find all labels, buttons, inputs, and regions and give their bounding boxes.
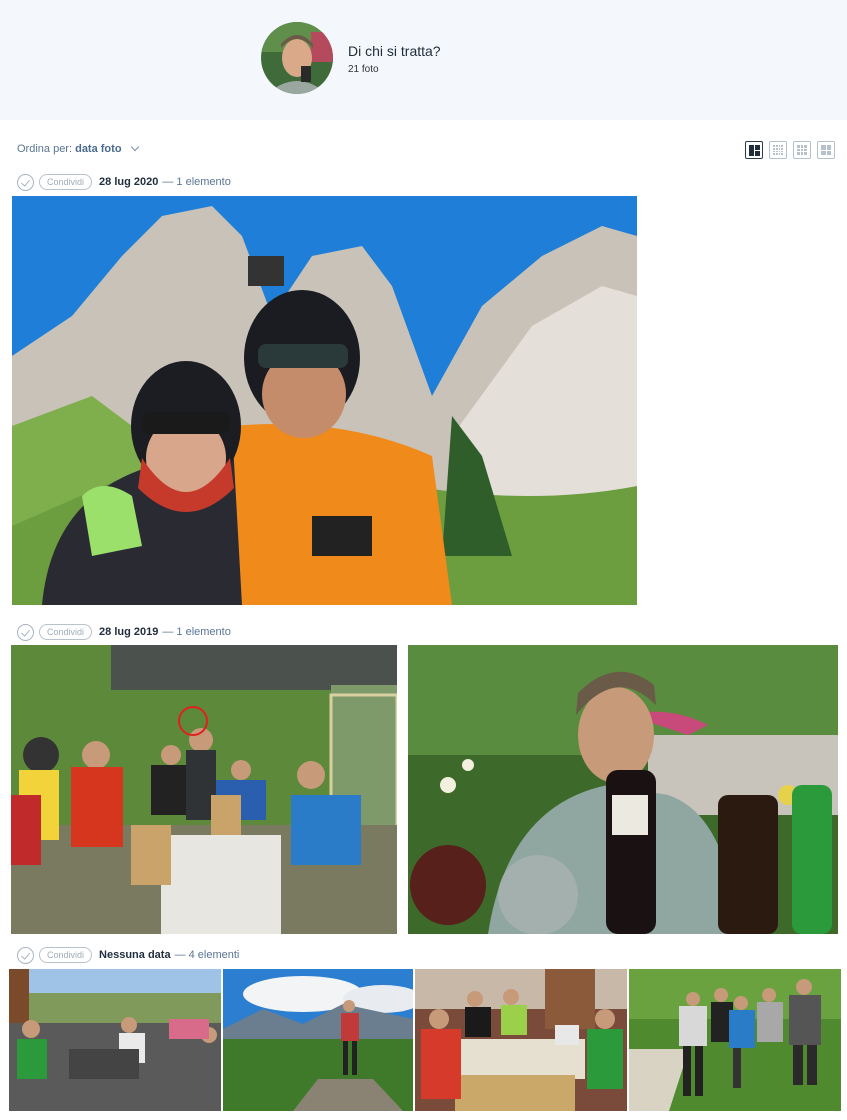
photo-thumbnail[interactable] (223, 969, 413, 1111)
sort-dropdown[interactable]: Ordina per: data foto (17, 142, 139, 155)
select-group-checkbox[interactable] (17, 173, 34, 191)
group-date: 28 lug 2019 (99, 626, 159, 638)
share-button[interactable]: Condividi (39, 624, 93, 640)
photo-thumbnail[interactable] (408, 645, 838, 934)
person-avatar[interactable] (261, 22, 333, 94)
group-count: — 1 elemento (162, 176, 231, 188)
group-header: Condividi Nessuna data — 4 elementi (17, 946, 239, 964)
photo-thumbnail[interactable] (12, 196, 637, 605)
photo-thumbnail[interactable] (9, 969, 221, 1111)
person-name-prompt[interactable]: Di chi si tratta? (348, 43, 441, 59)
sort-label: Ordina per: (17, 143, 73, 155)
share-button[interactable]: Condividi (39, 947, 93, 963)
view-medium-button[interactable] (793, 141, 811, 159)
group-date: 28 lug 2020 (99, 176, 159, 188)
group-header: Condividi 28 lug 2019 — 1 elemento (17, 623, 231, 641)
sort-value: data foto (75, 143, 122, 155)
group-date: Nessuna data (99, 949, 171, 961)
group-header: Condividi 28 lug 2020 — 1 elemento (17, 173, 231, 191)
group-count: — 1 elemento (162, 626, 231, 638)
photo-thumbnail[interactable] (415, 969, 627, 1111)
group-count: — 4 elementi (174, 949, 240, 961)
photo-count: 21 foto (348, 64, 379, 75)
view-large-button[interactable] (745, 141, 763, 159)
chevron-down-icon (130, 142, 139, 152)
photo-thumbnail[interactable] (629, 969, 841, 1111)
view-square-button[interactable] (817, 141, 835, 159)
select-group-checkbox[interactable] (17, 946, 34, 964)
share-button[interactable]: Condividi (39, 174, 93, 190)
person-header: Di chi si tratta? 21 foto (0, 0, 847, 120)
photo-thumbnail[interactable] (11, 645, 397, 934)
select-group-checkbox[interactable] (17, 623, 34, 641)
view-small-button[interactable] (769, 141, 787, 159)
